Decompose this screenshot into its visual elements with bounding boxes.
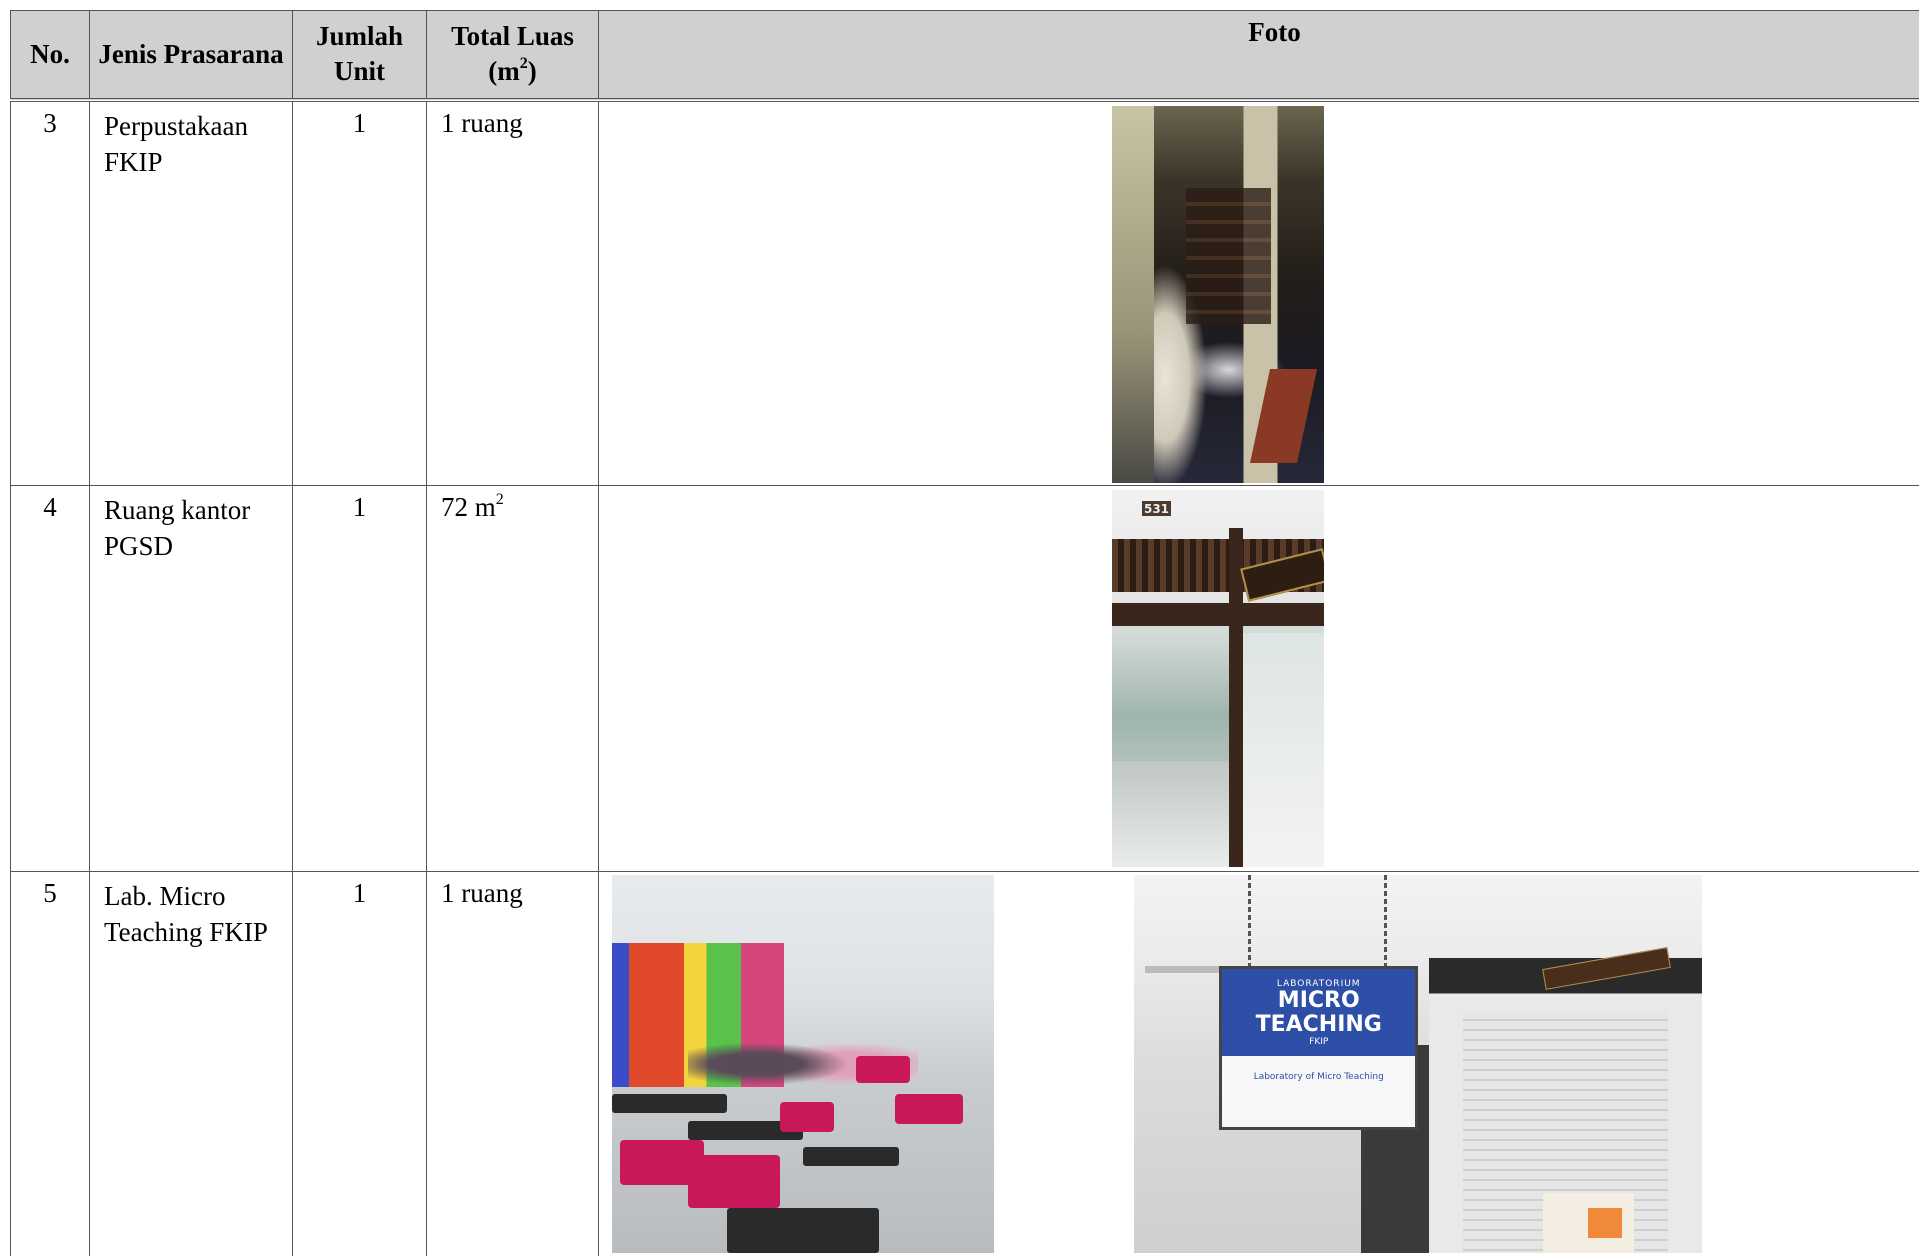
office-entrance-photo: 531 xyxy=(1112,490,1324,867)
micro-teaching-sign: LABORATORIUM MICRO TEACHING FKIP Laborat… xyxy=(1219,965,1419,1131)
prasarana-table: No. Jenis Prasarana Jumlah Unit Total Lu… xyxy=(10,10,1919,1256)
header-jenis: Jenis Prasarana xyxy=(89,10,293,102)
header-luas: Total Luas (m2) xyxy=(426,10,599,102)
row-photo-cell: 531 xyxy=(598,485,1919,872)
row-luas: 1 ruang xyxy=(426,99,599,486)
row-jumlah: 1 xyxy=(292,485,427,872)
row-jenis: Perpustakaan FKIP xyxy=(89,99,293,486)
row-number: 5 xyxy=(10,871,90,1256)
table-row: 4 Ruang kantor PGSD 1 72 m2 531 xyxy=(10,485,1919,872)
header-no: No. xyxy=(10,10,90,102)
row-number: 4 xyxy=(10,485,90,872)
row-number: 3 xyxy=(10,99,90,486)
table-row: 3 Perpustakaan FKIP 1 1 ruang xyxy=(10,99,1919,486)
row-jenis: Lab. Micro Teaching FKIP xyxy=(89,871,293,1256)
row-photo-cell: LABORATORIUM MICRO TEACHING FKIP Laborat… xyxy=(598,871,1919,1256)
lab-sign-photo: LABORATORIUM MICRO TEACHING FKIP Laborat… xyxy=(1134,875,1702,1253)
row-jenis: Ruang kantor PGSD xyxy=(89,485,293,872)
document-page: No. Jenis Prasarana Jumlah Unit Total Lu… xyxy=(0,0,1919,1256)
classroom-photo xyxy=(612,875,994,1253)
header-foto: Foto xyxy=(598,10,1919,102)
library-interior-photo xyxy=(1112,105,1324,483)
table-header-row: No. Jenis Prasarana Jumlah Unit Total Lu… xyxy=(10,10,1919,102)
table-row: 5 Lab. Micro Teaching FKIP 1 1 ruang LAB… xyxy=(10,871,1919,1256)
header-jumlah: Jumlah Unit xyxy=(292,10,427,102)
row-jumlah: 1 xyxy=(292,99,427,486)
row-luas: 1 ruang xyxy=(426,871,599,1256)
room-number-tag: 531 xyxy=(1141,501,1172,517)
row-jumlah: 1 xyxy=(292,871,427,1256)
row-luas: 72 m2 xyxy=(426,485,599,872)
row-photo-cell xyxy=(598,99,1919,486)
